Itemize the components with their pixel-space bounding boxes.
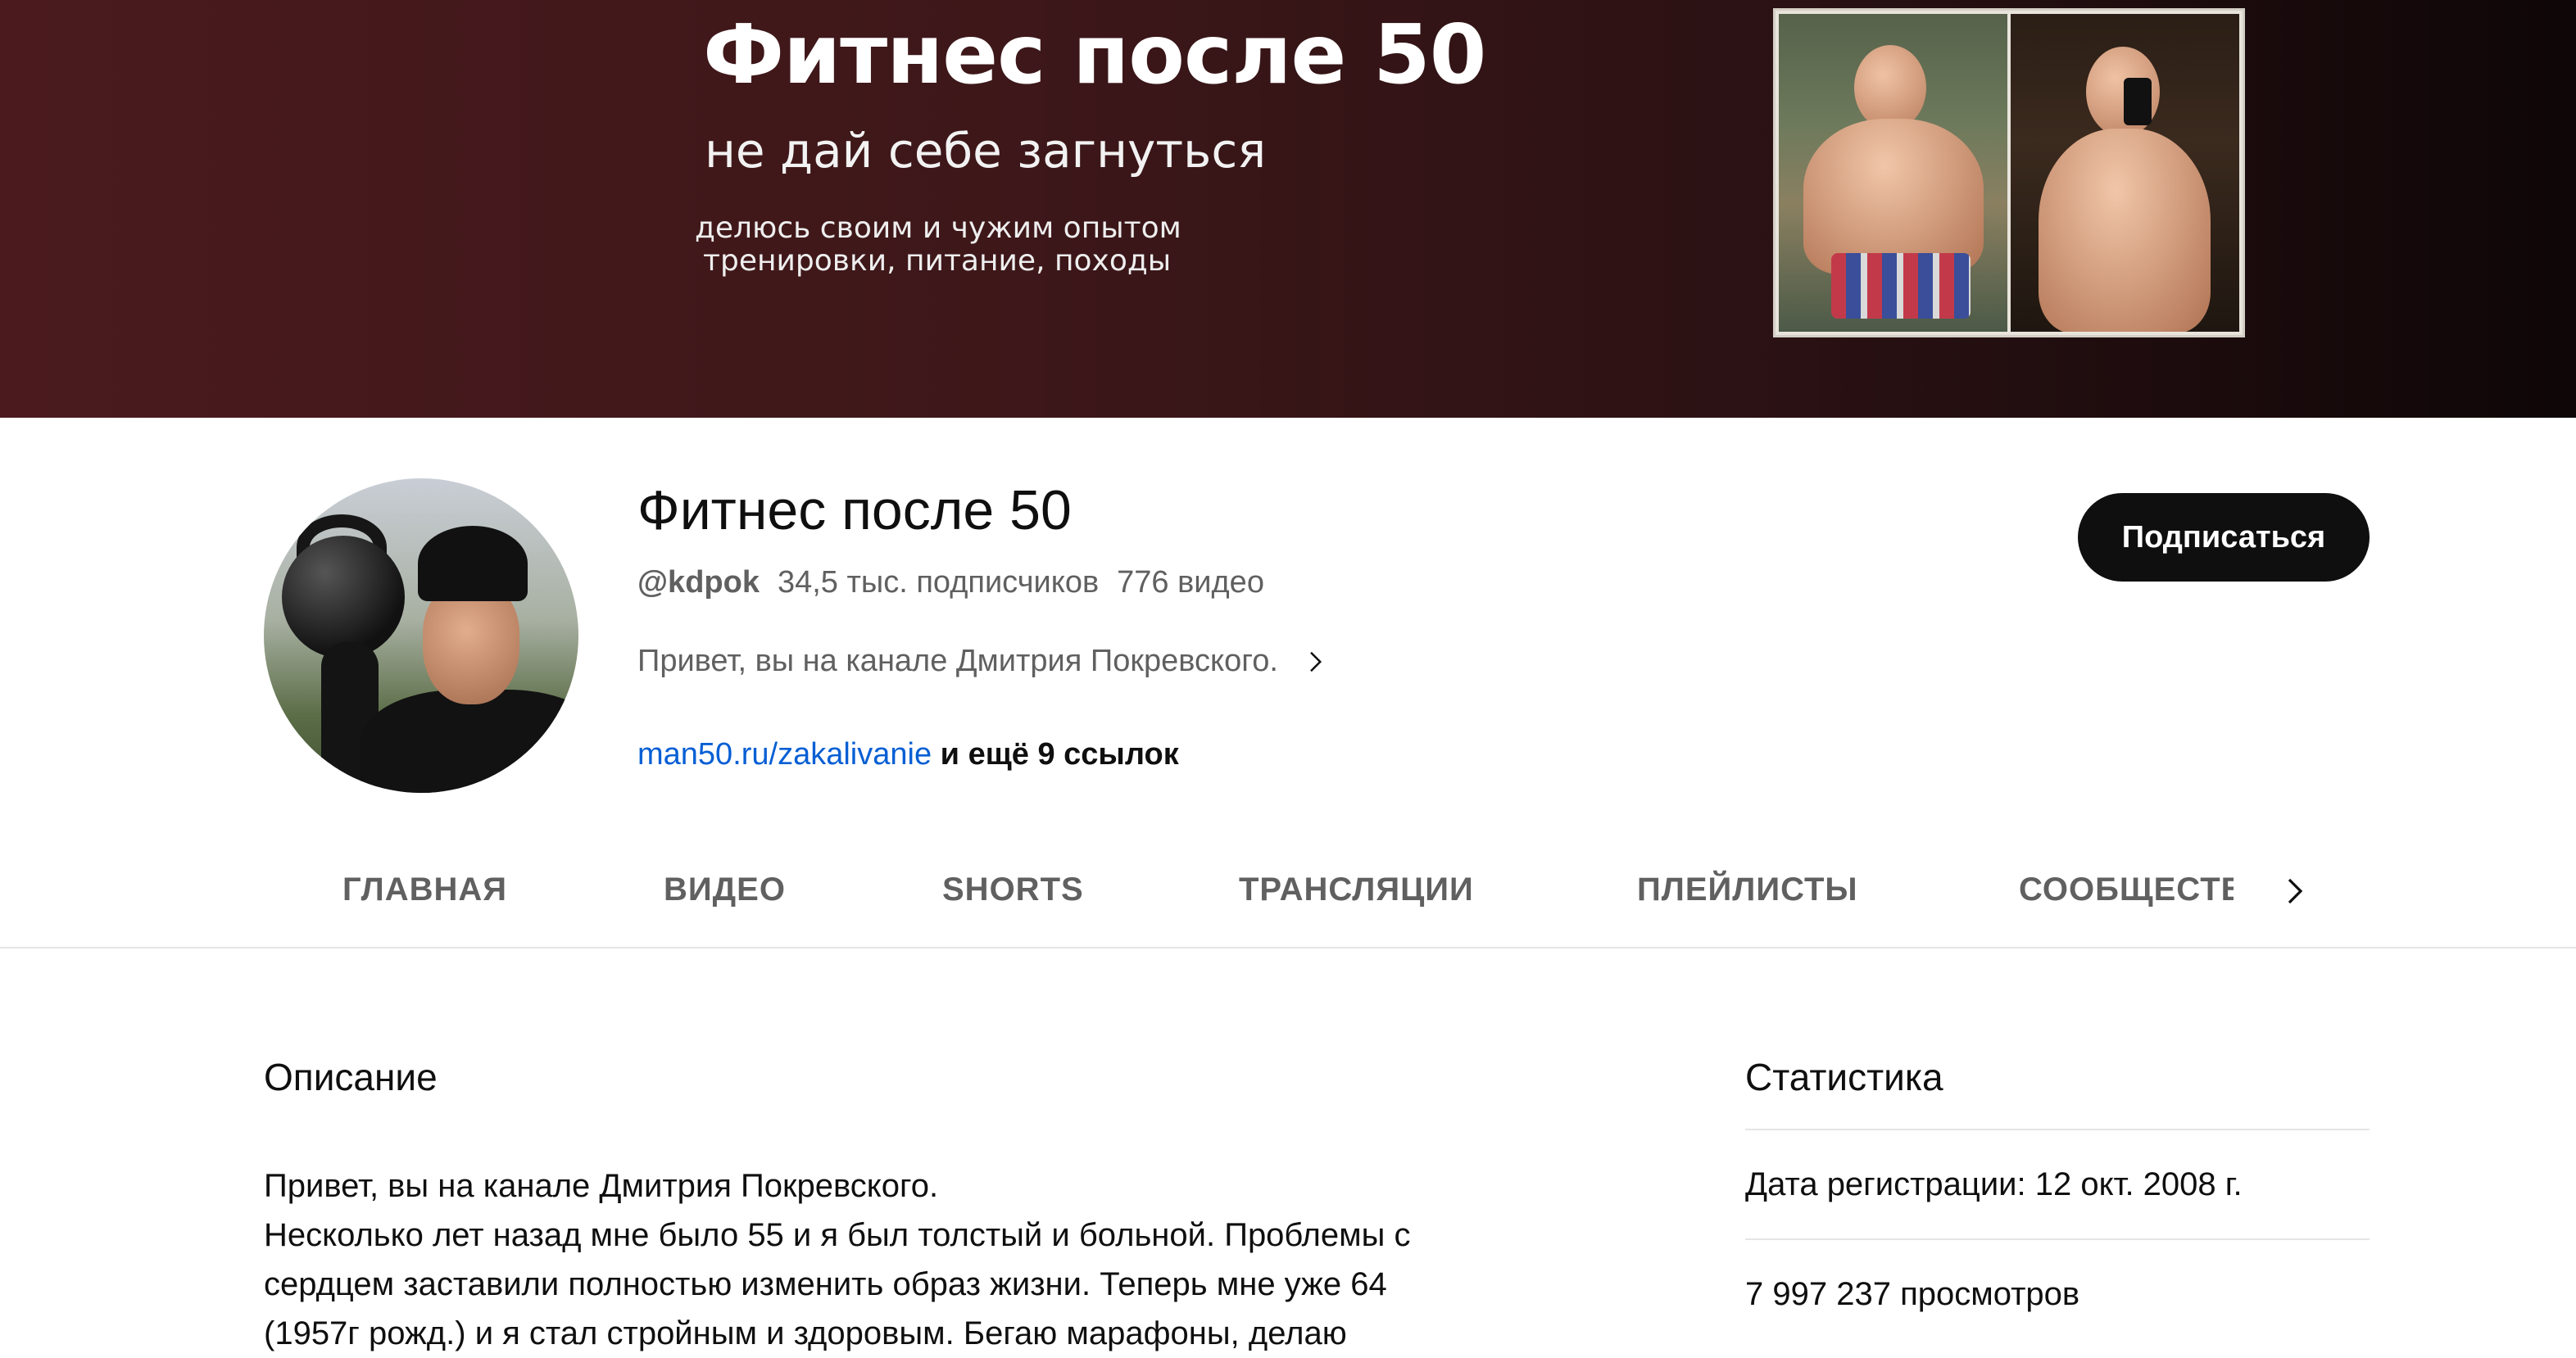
channel-banner: Фитнес после 50 не дай себе загнуться де…: [0, 0, 2576, 418]
subscribe-button[interactable]: Подписаться: [2078, 493, 2370, 582]
channel-links: man50.ru/zakalivanie и ещё 9 ссылок: [637, 737, 1179, 772]
description-line: сердцем заставили полностью изменить обр…: [264, 1266, 1387, 1302]
tab-videos[interactable]: ВИДЕО: [664, 871, 786, 908]
before-after-photo: [1773, 8, 2245, 337]
channel-description-preview[interactable]: Привет, вы на канале Дмитрия Покревского…: [637, 644, 1327, 679]
description-heading: Описание: [264, 1056, 438, 1098]
channel-link[interactable]: man50.ru/zakalivanie: [637, 737, 932, 772]
banner-subtitle: не дай себе загнуться: [705, 123, 1267, 179]
tab-playlists[interactable]: ПЛЕЙЛИСТЫ: [1637, 871, 1858, 908]
subscriber-count: 34,5 тыс. подписчиков: [777, 565, 1100, 600]
banner-title: Фитнес после 50: [703, 7, 1486, 102]
video-count: 776 видео: [1117, 565, 1264, 600]
banner-tagline-1: делюсь своим и чужим опытом: [695, 211, 1181, 245]
tab-community[interactable]: СООБЩЕСТВО: [2019, 871, 2234, 908]
description-preview-text: Привет, вы на канале Дмитрия Покревского…: [637, 644, 1278, 678]
tab-shorts[interactable]: SHORTS: [942, 871, 1084, 908]
after-photo: [2011, 14, 2239, 332]
channel-name: Фитнес после 50: [637, 479, 1072, 541]
description-line: Привет, вы на канале Дмитрия Покревского…: [264, 1168, 939, 1204]
registration-date: Дата регистрации: 12 окт. 2008 г.: [1745, 1129, 2370, 1238]
channel-meta: @kdpok 34,5 тыс. подписчиков 776 видео: [637, 565, 1264, 600]
tab-live[interactable]: ТРАНСЛЯЦИИ: [1239, 871, 1474, 908]
channel-description: Привет, вы на канале Дмитрия Покревского…: [264, 1161, 1493, 1358]
description-line: Несколько лет назад мне было 55 и я был …: [264, 1217, 1411, 1253]
channel-handle: @kdpok: [637, 565, 760, 600]
before-photo: [1779, 14, 2007, 332]
chevron-right-icon: [1303, 650, 1327, 674]
more-links-button[interactable]: и ещё 9 ссылок: [932, 737, 1179, 772]
description-line: (1957г рожд.) и я стал стройным и здоров…: [264, 1315, 1347, 1351]
channel-tabs: ГЛАВНАЯ ВИДЕО SHORTS ТРАНСЛЯЦИИ ПЛЕЙЛИСТ…: [0, 835, 2576, 948]
view-count: 7 997 237 просмотров: [1745, 1238, 2370, 1348]
channel-avatar[interactable]: [264, 478, 578, 793]
stats-heading: Статистика: [1745, 1056, 1943, 1098]
tab-home[interactable]: ГЛАВНАЯ: [342, 871, 507, 908]
tabs-scroll-right-icon[interactable]: [2274, 871, 2314, 911]
banner-tagline-2: тренировки, питание, походы: [703, 244, 1172, 278]
channel-stats: Дата регистрации: 12 окт. 2008 г. 7 997 …: [1745, 1129, 2370, 1348]
